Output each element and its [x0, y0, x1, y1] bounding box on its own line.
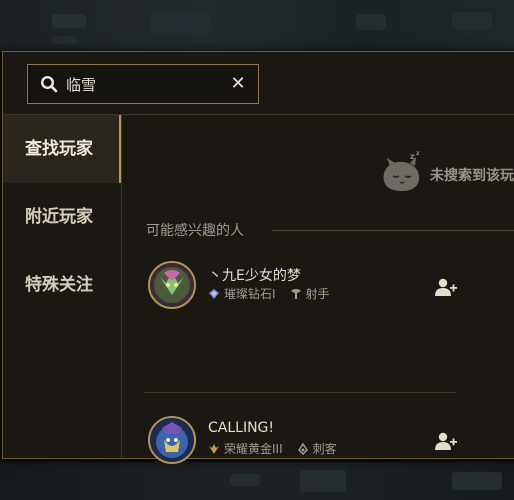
- search-results: z z 未搜索到该玩家 可能感兴趣的人 丶九E少女的梦: [122, 115, 514, 464]
- player-role: 刺客: [312, 442, 337, 456]
- diamond-rank-icon: [208, 288, 220, 300]
- player-tags: 荣耀黄金III 刺客: [208, 440, 337, 457]
- player-tags: 璀璨钻石I 射手: [208, 285, 330, 302]
- close-icon[interactable]: ✕: [228, 73, 248, 95]
- background-top-bar: [0, 0, 514, 52]
- sidebar-item-nearby-players[interactable]: 附近玩家: [3, 183, 121, 251]
- list-item[interactable]: 丶九E少女的梦 璀璨钻石I 射手: [144, 257, 458, 317]
- no-result-text: 未搜索到该玩家: [430, 168, 514, 184]
- list-item[interactable]: CALLING! 荣耀黄金III 刺客: [144, 412, 458, 472]
- suggestions-title: 可能感兴趣的人: [146, 223, 244, 239]
- sidebar: 查找玩家 附近玩家 特殊关注: [3, 115, 121, 458]
- row-divider: [144, 392, 456, 393]
- gold-rank-icon: [208, 443, 220, 455]
- suggestions-title-line: [272, 230, 514, 231]
- svg-text:z: z: [410, 152, 415, 161]
- svg-text:z: z: [416, 151, 420, 157]
- add-friend-icon[interactable]: [434, 277, 458, 299]
- player-rank: 璀璨钻石I: [224, 287, 276, 301]
- avatar[interactable]: [148, 261, 196, 309]
- sidebar-item-find-player[interactable]: 查找玩家: [3, 115, 121, 183]
- search-box[interactable]: ✕: [27, 64, 259, 104]
- marksman-icon: [290, 288, 302, 300]
- player-name: CALLING!: [208, 420, 275, 436]
- search-input[interactable]: [66, 72, 216, 96]
- assassin-icon: [297, 442, 309, 455]
- player-name: 丶九E少女的梦: [208, 268, 301, 284]
- add-friend-icon[interactable]: [434, 431, 458, 453]
- friend-search-panel: ✕ 查找玩家 附近玩家 特殊关注 z z 未搜索到该玩家 可能感兴趣的人: [2, 51, 514, 464]
- sleeping-poro-icon: z z: [378, 150, 424, 193]
- player-role: 射手: [305, 287, 330, 301]
- sidebar-item-special-follow[interactable]: 特殊关注: [3, 251, 121, 319]
- search-icon: [40, 75, 58, 93]
- player-rank: 荣耀黄金III: [224, 442, 283, 456]
- avatar[interactable]: [148, 416, 196, 464]
